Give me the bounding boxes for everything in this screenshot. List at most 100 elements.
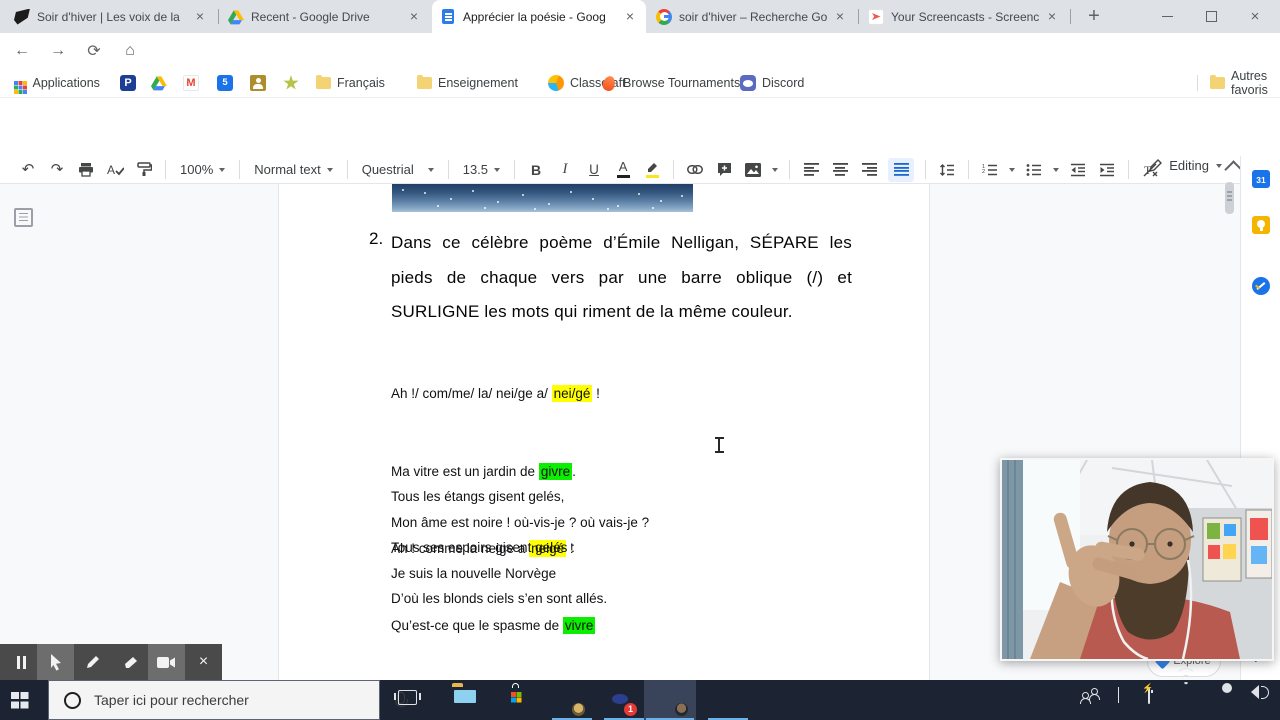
tab-soir-dhiver-voix[interactable]: Soir d'hiver | Les voix de la × [6,0,216,33]
highlight-color-button[interactable] [642,158,662,182]
webcam-overlay[interactable] [1000,458,1274,661]
bookmark-drive[interactable] [151,68,167,98]
spellcheck-button[interactable]: A [105,158,125,182]
align-right-button[interactable] [859,158,879,182]
window-maximize-button[interactable] [1190,0,1232,33]
tasks-panel-icon[interactable] [1252,277,1270,295]
calendar-panel-icon[interactable]: 31 [1252,170,1270,188]
chevron-down-icon[interactable] [772,168,779,175]
show-outline-icon[interactable] [14,208,33,227]
home-button[interactable]: ⌂ [116,33,144,68]
vertical-scrollbar-thumb[interactable] [1225,182,1234,214]
onedrive-cloud-icon[interactable] [1218,688,1242,712]
align-center-button[interactable] [830,158,850,182]
eraser-tool-button[interactable] [111,644,148,680]
zoom-value: 100% [180,162,214,177]
line-spacing-button[interactable] [937,158,957,182]
italic-button[interactable]: I [555,158,575,182]
pen-tool-button[interactable] [74,644,111,680]
bookmark-p-site[interactable]: P [120,68,136,98]
bookmark-folder-enseignement[interactable]: Enseignement [417,68,518,98]
font-select[interactable]: Questrial [359,162,437,177]
forward-button[interactable]: → [44,33,72,68]
file-explorer-button[interactable] [452,686,480,714]
tab-recherche-google[interactable]: soir d'hiver – Recherche Go × [648,0,856,33]
chrome-profile3-button[interactable] [710,686,738,714]
bold-button[interactable]: B [526,158,546,182]
drive-favicon [228,9,244,25]
zoom-select[interactable]: 100% [177,162,228,177]
bookmark-gmail[interactable]: M [183,68,199,98]
winter-water-image[interactable] [392,184,693,212]
keep-panel-icon[interactable] [1252,216,1270,234]
reload-button[interactable]: ⟳ [80,33,108,68]
tab-apprecier-la-poesie-active[interactable]: Apprécier la poésie - Goog × [432,0,646,33]
window-close-button[interactable]: × [1234,0,1276,33]
paragraph-style-select[interactable]: Normal text [251,162,335,177]
close-icon: × [1250,8,1260,25]
webcam-toggle-button[interactable] [148,644,185,680]
cursor-tool-button[interactable] [37,644,74,680]
bookmark-discord[interactable]: Discord [740,68,804,98]
bookmark-applications[interactable]: Applications [14,68,100,98]
numbered-list-button[interactable]: 12 [980,158,1000,182]
align-justify-button-active[interactable] [888,157,915,182]
poem-stanza-2[interactable]: Tous les étangs gisent gelés, Mon âme es… [391,484,649,612]
tab-close-icon[interactable]: × [832,8,848,25]
tab-close-icon[interactable]: × [1044,8,1060,25]
show-hidden-icons-chevron[interactable] [1118,687,1142,712]
insert-link-button[interactable] [685,158,705,182]
wifi-icon[interactable] [1176,668,1210,712]
start-button[interactable] [0,680,48,720]
tab-close-icon[interactable]: × [622,8,638,25]
add-comment-button[interactable] [714,158,734,182]
bookmark-classroom[interactable] [250,68,266,98]
chrome-profile1-button[interactable] [554,686,585,716]
microsoft-store-button[interactable] [502,686,530,714]
people-tray-icon[interactable] [1080,688,1104,712]
undo-button[interactable]: ↶ [18,158,38,182]
poem-line: Ma vitre est un jardin de givre. [391,462,576,480]
new-tab-button[interactable]: + [1080,3,1108,31]
bookmark-folder-francais[interactable]: Français [316,68,385,98]
text-color-button[interactable]: A [613,158,633,182]
tab-close-icon[interactable]: × [192,8,208,25]
font-size-value: 13.5 [462,162,489,177]
battery-icon[interactable] [1148,687,1172,712]
tab-close-icon[interactable]: × [406,8,422,25]
bookmark-browse-tournaments[interactable]: Browse Tournaments [600,68,740,98]
bookmark-calendar[interactable]: 5 [217,68,233,98]
editing-mode-select[interactable]: Editing [1149,158,1222,173]
paint-format-button[interactable] [134,158,154,182]
task-view-button[interactable] [394,690,421,705]
rhyme-highlight: nei/gé [551,385,593,403]
print-button[interactable] [76,158,96,182]
back-button[interactable]: ← [8,33,36,68]
bookmark-star-site[interactable] [283,68,299,98]
redo-button[interactable]: ↷ [47,158,67,182]
tab-screencastify[interactable]: Your Screencasts - Screenc × [860,0,1068,33]
screen: Soir d'hiver | Les voix de la × Recent -… [0,0,1280,720]
bulleted-list-button[interactable] [1024,158,1044,182]
font-size-select[interactable]: 13.5 [460,162,503,177]
question-paragraph[interactable]: Dans ce célèbre poème d’Émile Nelligan, … [391,226,852,330]
taskbar-search-box[interactable]: Taper ici pour rechercher [48,680,408,720]
window-minimize-button[interactable] [1146,0,1188,33]
chevron-down-icon[interactable] [1009,168,1016,175]
svg-text:2: 2 [982,169,985,175]
bookmark-autres-favoris[interactable]: Autres favoris [1210,68,1280,98]
decrease-indent-button[interactable] [1068,158,1088,182]
tab-title: Your Screencasts - Screenc [891,9,1040,24]
underline-button[interactable]: U [584,158,604,182]
chevron-down-icon[interactable] [1053,168,1060,175]
stop-recording-button[interactable]: × [185,644,222,680]
chevron-down-icon [1216,164,1222,171]
align-left-button[interactable] [801,158,821,182]
increase-indent-button[interactable] [1097,158,1117,182]
chrome-profile2-button-active[interactable] [657,686,688,716]
tab-google-drive[interactable]: Recent - Google Drive × [220,0,430,33]
volume-icon[interactable] [1248,688,1272,712]
pause-recording-button[interactable] [0,644,37,680]
insert-image-button[interactable] [743,158,763,182]
discord-app-button[interactable]: 1 [606,686,637,716]
